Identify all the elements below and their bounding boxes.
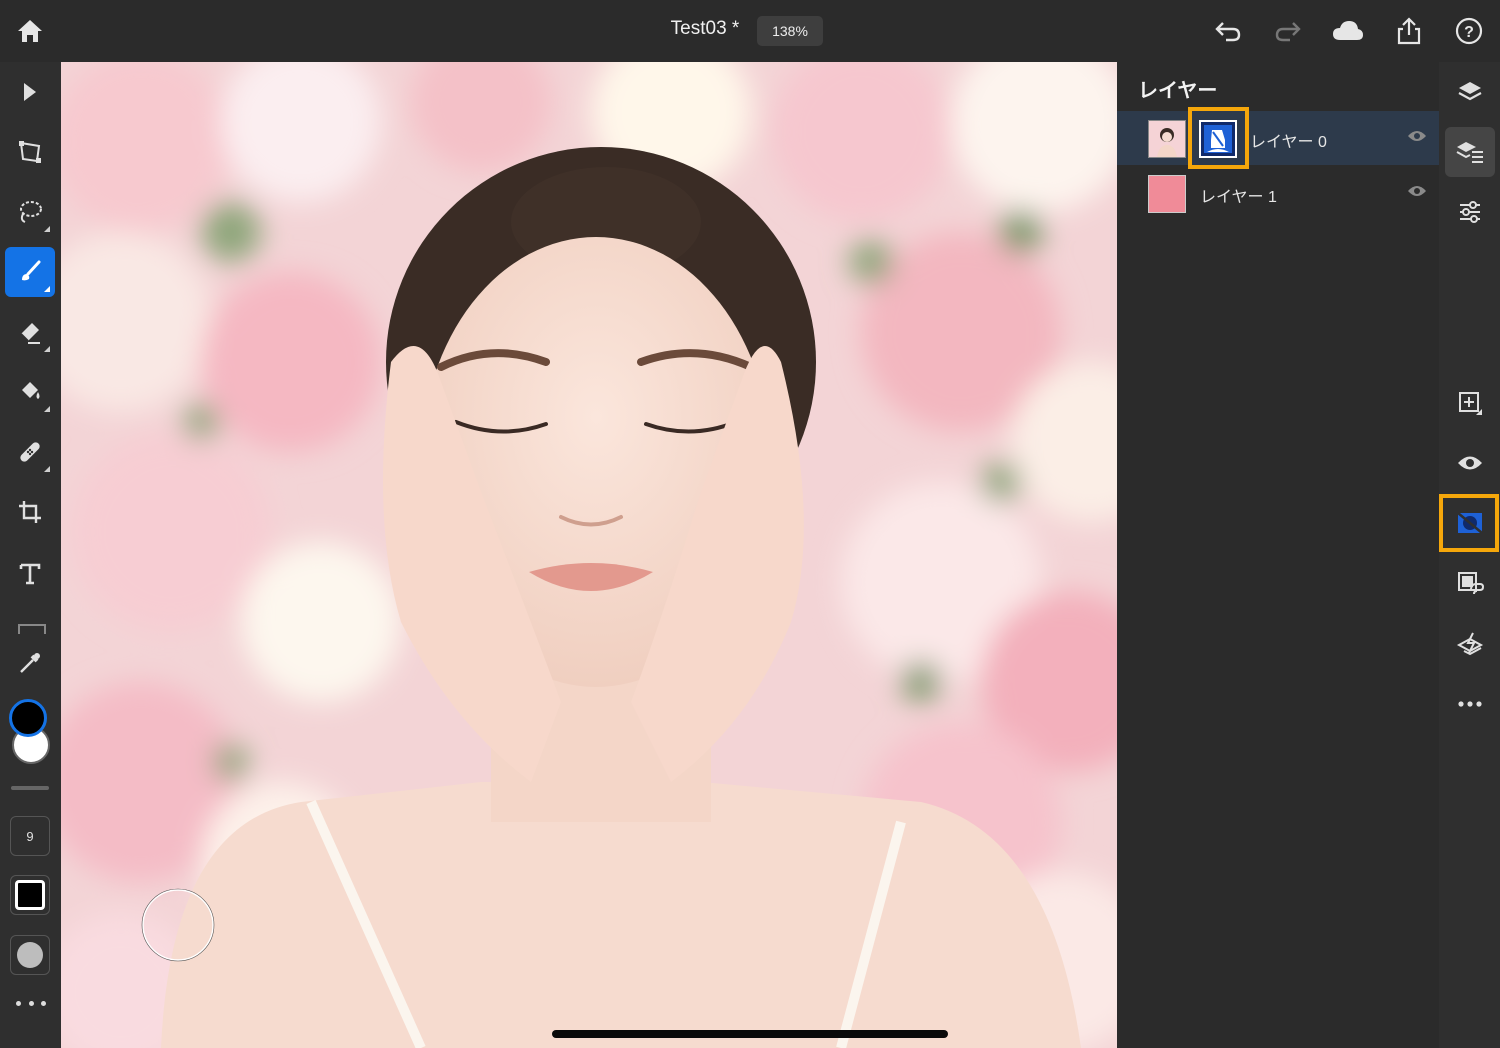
visibility-icon[interactable]	[1445, 438, 1495, 488]
cloud-icon[interactable]	[1331, 14, 1365, 48]
layer-row-1[interactable]: レイヤー 1	[1117, 166, 1439, 220]
transform-tool[interactable]	[5, 127, 55, 177]
visibility-eye-icon[interactable]	[1407, 129, 1427, 148]
layer-name: レイヤー 0	[1250, 134, 1327, 151]
more-tools-icon[interactable]	[18, 624, 46, 634]
merge-layer-icon[interactable]	[1445, 619, 1495, 669]
canvas[interactable]	[61, 62, 1117, 1048]
left-toolbar: 9	[0, 62, 61, 1048]
select-tool[interactable]	[5, 67, 55, 117]
document-title: Test03 *	[670, 18, 740, 39]
fill-tool[interactable]	[5, 367, 55, 417]
brush-tool[interactable]	[5, 247, 55, 297]
add-layer-icon[interactable]	[1445, 378, 1495, 428]
foreground-color-swatch[interactable]	[9, 699, 47, 737]
brush-color-button[interactable]	[10, 875, 50, 915]
more-icon[interactable]	[1445, 679, 1495, 729]
redo-icon[interactable]	[1271, 14, 1305, 48]
undo-icon[interactable]	[1211, 14, 1245, 48]
visibility-eye-icon[interactable]	[1407, 184, 1427, 203]
zoom-level[interactable]: 138%	[757, 16, 823, 46]
layer-properties-icon[interactable]	[1445, 127, 1495, 177]
eraser-tool[interactable]	[5, 307, 55, 357]
eyedropper-tool[interactable]	[5, 638, 55, 688]
help-icon[interactable]: ?	[1452, 14, 1486, 48]
panel-title: レイヤー	[1138, 80, 1218, 102]
layer-mask-thumbnail[interactable]	[1199, 120, 1237, 158]
layers-icon[interactable]	[1445, 67, 1495, 117]
mask-icon[interactable]	[1445, 498, 1495, 548]
layer-thumbnail[interactable]	[1148, 120, 1186, 158]
home-indicator	[552, 1030, 948, 1038]
home-icon[interactable]	[13, 14, 47, 48]
type-tool[interactable]	[5, 549, 55, 599]
more-options-icon[interactable]	[16, 998, 46, 1008]
layer-name: レイヤー 1	[1200, 189, 1277, 206]
clipping-mask-icon[interactable]	[1445, 559, 1495, 609]
crop-tool[interactable]	[5, 487, 55, 537]
layer-thumbnail[interactable]	[1148, 175, 1186, 213]
canvas-photo	[61, 62, 1117, 1048]
share-icon[interactable]	[1392, 14, 1426, 48]
layers-panel: レイヤー レイヤー 0 レイヤー 1	[1117, 62, 1439, 1048]
brush-hardness-icon	[17, 942, 43, 968]
right-rail	[1439, 62, 1500, 1048]
brush-size[interactable]: 9	[10, 816, 50, 856]
lasso-tool[interactable]	[5, 187, 55, 237]
adjustments-icon[interactable]	[1445, 187, 1495, 237]
svg-text:?: ?	[1464, 24, 1474, 41]
brush-settings-button[interactable]	[10, 935, 50, 975]
top-bar: Test03 * 138% ?	[0, 0, 1500, 62]
healing-tool[interactable]	[5, 427, 55, 477]
options-divider	[11, 786, 49, 790]
brush-color-swatch	[15, 880, 45, 910]
layer-row-0[interactable]: レイヤー 0	[1117, 111, 1439, 165]
